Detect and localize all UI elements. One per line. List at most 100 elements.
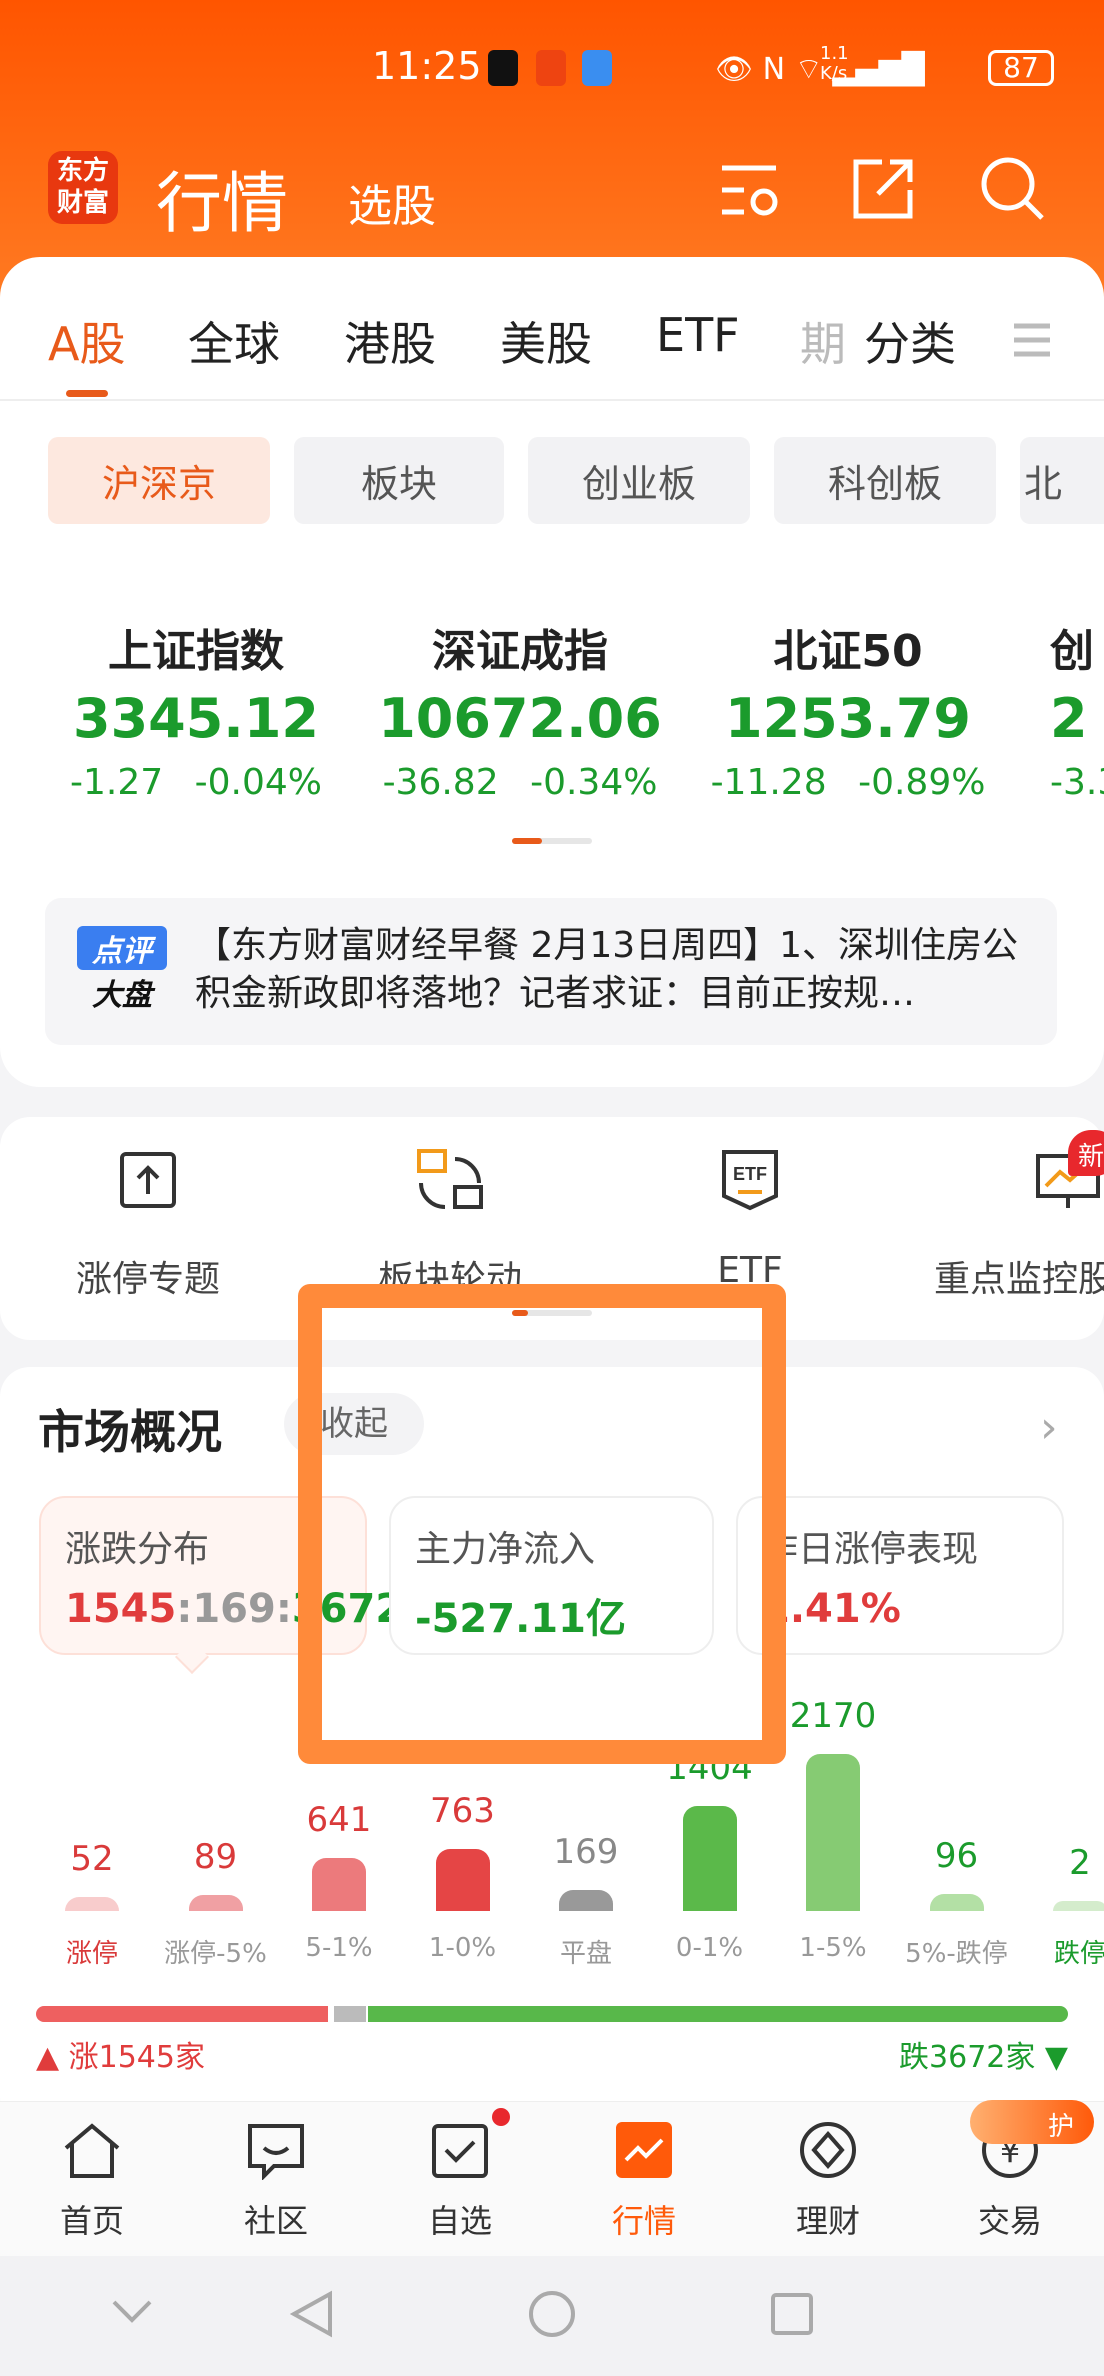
svg-text:ETF: ETF <box>733 1164 767 1184</box>
home-button-icon[interactable] <box>528 2290 576 2342</box>
share-icon[interactable] <box>852 158 914 220</box>
etf-icon: ETF <box>620 1140 880 1220</box>
up-down-ratio-bar <box>36 2006 1068 2022</box>
tab-indicator <box>66 390 108 397</box>
tab-global[interactable]: 全球 <box>188 308 280 374</box>
bar-value-label: 169 <box>553 1831 619 1872</box>
bar-column: 52 涨停 <box>32 1680 152 1980</box>
tab-etf[interactable]: ETF <box>656 308 740 362</box>
bar-category-label: 5-1% <box>305 1933 373 1963</box>
index-sh[interactable]: 上证指数 3345.12 -1.27 -0.04% <box>36 615 356 803</box>
bar-value-label: 2170 <box>789 1696 877 1736</box>
tab-a-shares[interactable]: A股 <box>48 308 125 374</box>
bar <box>806 1754 860 1911</box>
comment-badge: 点评 大盘 <box>77 926 167 1014</box>
chip-star[interactable]: 科创板 <box>774 437 996 524</box>
menu-icon[interactable] <box>1014 322 1050 358</box>
highlight-box-annotation <box>298 1284 786 1764</box>
index-bz50[interactable]: 北证50 1253.79 -11.28 -0.89% <box>688 615 1008 803</box>
bar <box>188 1894 243 1911</box>
app-notification-icon <box>536 50 566 86</box>
tab-futures[interactable]: 期 <box>800 308 846 374</box>
bar-value-label: 2 <box>1069 1842 1091 1883</box>
chevron-right-icon[interactable]: › <box>1040 1402 1058 1453</box>
bar-value-label: 52 <box>70 1839 114 1880</box>
index-chinext[interactable]: 创2-3.3 <box>1050 615 1104 803</box>
up-count: ▲ 涨1545家 <box>36 2040 205 2075</box>
up-segment <box>36 2006 329 2022</box>
page-title[interactable]: 行情 <box>156 150 288 246</box>
hide-keyboard-icon[interactable] <box>110 2296 154 2330</box>
tab-category[interactable]: 分类 <box>860 308 956 374</box>
nav-community[interactable]: 社区 <box>206 2120 346 2242</box>
bar <box>312 1857 366 1911</box>
bar <box>682 1805 737 1911</box>
bar-category-label: 涨停 <box>65 1939 118 1969</box>
limit-up-icon <box>18 1140 278 1220</box>
chip-hsj[interactable]: 沪深京 <box>48 437 270 524</box>
protect-badge: 护 <box>970 2100 1094 2144</box>
bar-column: 89 涨停-5% <box>156 1680 276 1980</box>
bar <box>559 1889 613 1911</box>
tiktok-icon <box>488 50 518 86</box>
bar-column: 2170 1-5% <box>773 1680 893 1980</box>
home-icon <box>64 2123 120 2178</box>
bar-category-label: 5%-跌停 <box>905 1939 1008 1969</box>
nav-watchlist[interactable]: 自选 <box>390 2120 530 2242</box>
entry-limit-up[interactable]: 涨停专题 <box>18 1140 278 1302</box>
market-icon <box>616 2122 672 2178</box>
bar-value-label: 96 <box>934 1836 979 1877</box>
bottom-nav <box>0 2101 1104 2256</box>
chip-chinext[interactable]: 创业板 <box>528 437 750 524</box>
battery-icon: 87 <box>988 50 1054 86</box>
flat-segment <box>334 2006 367 2022</box>
back-icon[interactable] <box>289 2290 334 2342</box>
bar-category-label: 1-5% <box>799 1933 867 1963</box>
weather-icon <box>582 50 612 86</box>
bar <box>1053 1900 1104 1911</box>
bar <box>929 1894 984 1911</box>
nav-market[interactable]: 行情 <box>574 2120 714 2242</box>
new-badge: 新 <box>1068 1130 1104 1176</box>
wealth-icon <box>800 2122 856 2178</box>
bar-column: 2 跌停 <box>1020 1680 1104 1980</box>
net-speed: 1.1 K/s <box>820 43 849 84</box>
bar-value-label: 641 <box>306 1799 372 1840</box>
news-banner[interactable]: 点评 大盘 【东方财富财经早餐 2月13日周四】1、深圳住房公积金新政即将落地？… <box>45 898 1057 1045</box>
app-logo[interactable]: 东方财富 <box>48 151 118 224</box>
chip-bse[interactable]: 北 <box>1020 437 1104 524</box>
nav-wealth[interactable]: 理财 <box>758 2120 898 2242</box>
tab-us[interactable]: 美股 <box>500 308 592 374</box>
stock-picker-tab[interactable]: 选股 <box>348 170 436 234</box>
notification-dot <box>492 2108 510 2126</box>
pager-track <box>512 838 592 844</box>
entry-sector-rotation[interactable]: 板块轮动 <box>320 1140 580 1302</box>
down-count: 跌3672家 ▼ <box>899 2040 1068 2075</box>
entry-etf[interactable]: ETF ETF <box>620 1140 880 1291</box>
bar-column: 96 5%-跌停 <box>897 1680 1017 1980</box>
bar-category-label: 1-0% <box>428 1933 497 1963</box>
chip-sector[interactable]: 板块 <box>294 437 504 524</box>
tab-hk[interactable]: 港股 <box>344 308 436 374</box>
bar-category-label: 涨停-5% <box>164 1939 267 1969</box>
down-segment <box>368 2006 1068 2022</box>
bar <box>65 1897 119 1911</box>
watchlist-icon <box>432 2124 488 2178</box>
search-icon[interactable] <box>980 156 1046 222</box>
news-text: 【东方财富财经早餐 2月13日周四】1、深圳住房公积金新政即将落地？记者求证：目… <box>195 925 1019 1014</box>
divider <box>0 399 1104 401</box>
bar-value-label: 89 <box>193 1836 238 1877</box>
recents-icon[interactable] <box>770 2292 814 2340</box>
index-sz[interactable]: 深证成指 10672.06 -36.82 -0.34% <box>360 615 680 803</box>
community-icon <box>248 2124 304 2181</box>
settings-list-icon[interactable] <box>720 160 782 220</box>
bar <box>435 1849 490 1911</box>
market-overview-title: 市场概况 <box>38 1405 222 1459</box>
nav-home[interactable]: 首页 <box>22 2120 162 2242</box>
status-time: 11:25 <box>372 44 482 88</box>
bar-category-label: 平盘 <box>559 1939 612 1969</box>
bar-category-label: 0-1% <box>675 1933 744 1963</box>
bar-category-label: 跌停 <box>1053 1939 1104 1969</box>
bar-value-label: 763 <box>430 1791 495 1832</box>
rotation-icon <box>320 1140 580 1220</box>
